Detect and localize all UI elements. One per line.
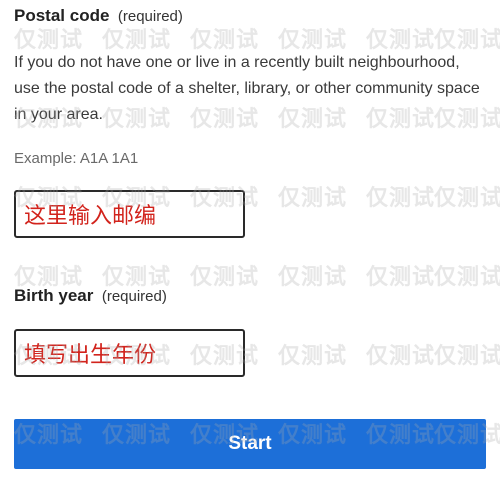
birth-year-label: Birth year (required) [14, 286, 167, 306]
birth-year-input[interactable]: 填写出生年份 [14, 329, 245, 377]
birth-year-label-text: Birth year [14, 286, 94, 305]
birth-year-input-value: 填写出生年份 [24, 343, 157, 368]
watermark-text: 仅测试 [278, 265, 348, 290]
start-button[interactable]: Start [14, 419, 486, 469]
watermark-text: 仅测试 [366, 265, 436, 290]
watermark-text: 仅测试 [434, 265, 500, 290]
postal-code-hint: If you do not have one or live in a rece… [14, 54, 480, 123]
postal-code-input[interactable]: 这里输入邮编 [14, 190, 245, 238]
watermark-text: 仅测试 [366, 344, 436, 369]
postal-code-example: Example: A1A 1A1 [14, 150, 139, 167]
start-button-label: Start [228, 433, 272, 454]
postal-code-label-text: Postal code [14, 6, 110, 25]
watermark-text: 仅测试 [278, 344, 348, 369]
postal-code-label: Postal code (required) [14, 6, 183, 26]
birth-year-required-marker: (required) [101, 288, 167, 305]
watermark-text: 仅测试 [434, 186, 500, 211]
watermark-text: 仅测试 [278, 186, 348, 211]
watermark-text: 仅测试 [366, 186, 436, 211]
postal-code-input-value: 这里输入邮编 [24, 204, 157, 229]
registration-form-page: Postal code (required) If you do not hav… [0, 0, 500, 482]
watermark-text: 仅测试 [434, 344, 500, 369]
watermark-text: 仅测试 [190, 265, 260, 290]
postal-code-required-marker: (required) [117, 8, 183, 25]
